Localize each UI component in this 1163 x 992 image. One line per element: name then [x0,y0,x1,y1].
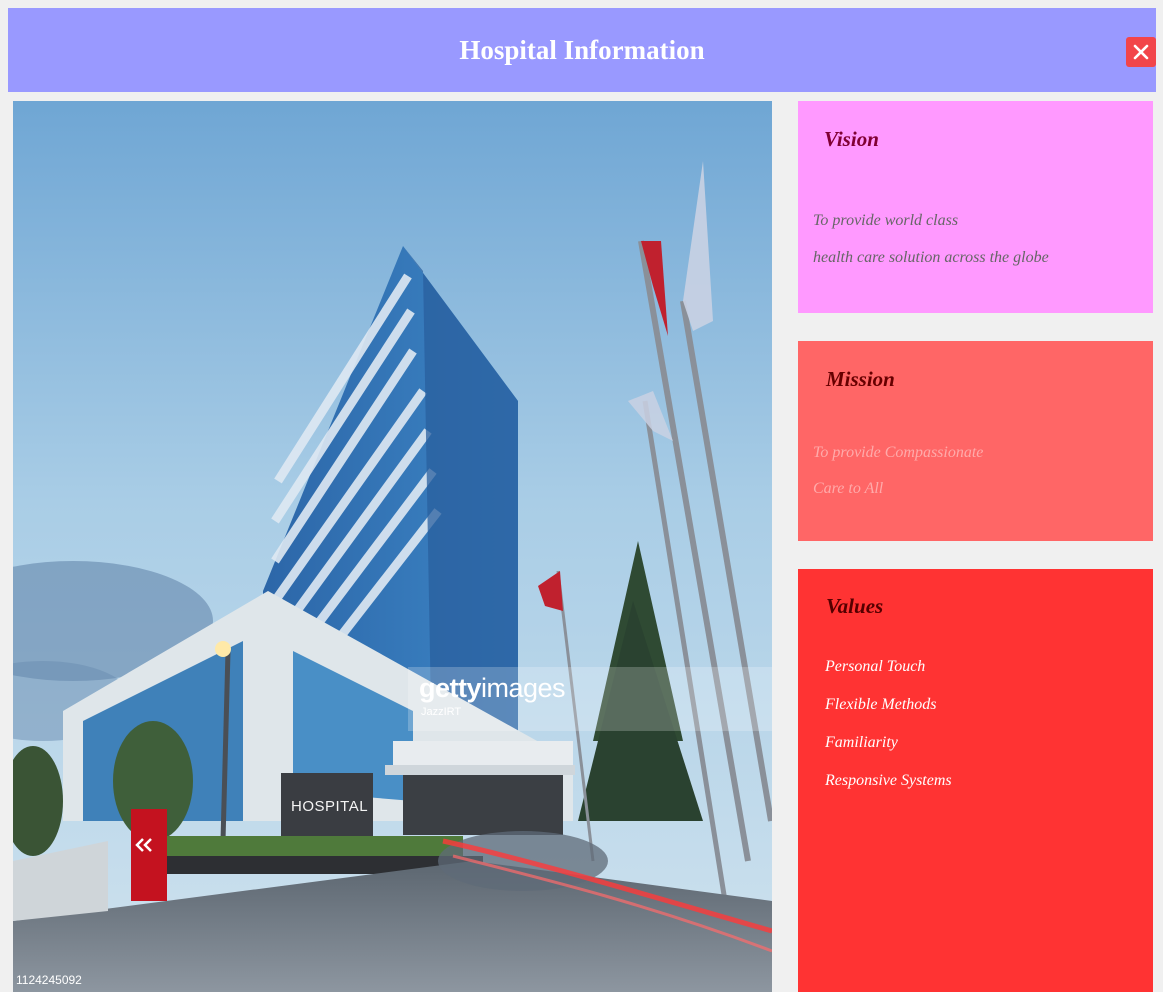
watermark-logo: gettyimages [419,673,566,703]
vision-line: health care solution across the globe [813,249,1049,266]
mission-title: Mission [826,367,895,391]
vision-title: Vision [824,127,879,151]
close-button[interactable] [1126,37,1156,67]
mission-card: Mission To provide Compassionate Care to… [798,341,1153,541]
values-item: Familiarity [825,734,898,751]
watermark-credit: JazzIRT [421,706,462,718]
hospital-photo: HOSPITAL gettyimages JazzIRT 1124245092 [13,101,772,992]
hospital-building-image [13,101,772,992]
close-icon [1133,44,1149,60]
values-card: Values Personal Touch Flexible Methods F… [798,569,1153,992]
mission-line: Care to All [813,480,884,497]
dialog-title: Hospital Information [459,35,705,65]
values-item: Flexible Methods [825,696,937,713]
vision-card: Vision To provide world class health car… [798,101,1153,313]
dialog-header: Hospital Information [8,8,1156,92]
vision-line: To provide world class [813,212,959,229]
hospital-sign: HOSPITAL [291,798,369,815]
vision-text: To provide world class health care solut… [813,202,1049,276]
values-item: Personal Touch [825,658,926,675]
mission-text: To provide Compassionate Care to All [813,435,983,507]
mission-line: To provide Compassionate [813,444,984,461]
values-item: Responsive Systems [825,772,952,789]
values-list: Personal Touch Flexible Methods Familiar… [825,648,952,800]
values-title: Values [826,594,884,618]
image-id: 1124245092 [16,973,82,987]
